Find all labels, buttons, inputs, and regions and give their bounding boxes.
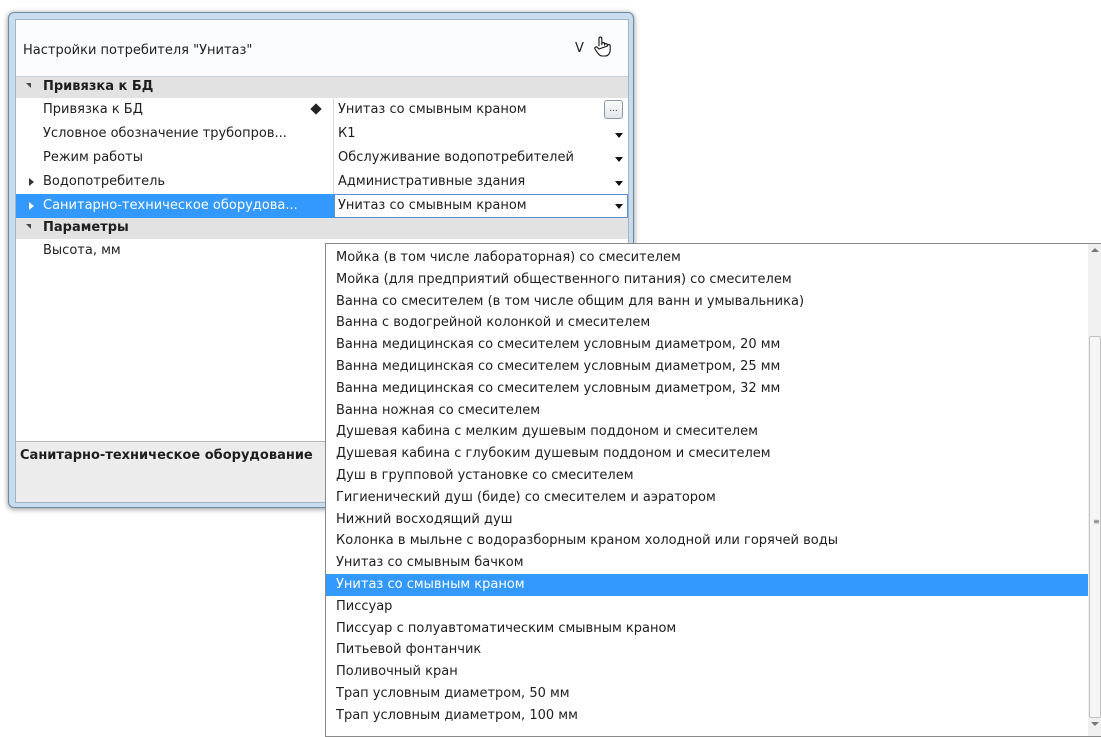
equipment-combobox[interactable]: Унитаз со смывным краном (334, 194, 628, 218)
property-value: Унитаз со смывным краном (338, 102, 527, 117)
dropdown-option[interactable]: Трап условным диаметром, 100 мм (326, 705, 1096, 727)
dropdown-option[interactable]: Писсуар (326, 596, 1096, 618)
scroll-up-arrow-icon[interactable] (1091, 248, 1099, 252)
dropdown-option[interactable]: Ванна медицинская со смесителем условным… (326, 378, 1096, 400)
dropdown-option[interactable]: Нижний восходящий душ (326, 509, 1096, 531)
dropdown-arrow-icon[interactable] (615, 181, 623, 186)
property-value: К1 (338, 126, 356, 141)
category-label: Параметры (43, 220, 129, 235)
property-name: Привязка к БД (43, 102, 143, 117)
scrollbar-thumb[interactable]: ≡ (1089, 336, 1101, 718)
title-bar: Настройки потребителя "Унитаз" V (16, 20, 628, 77)
property-row-sanitary-equipment[interactable]: Санитарно-техническое оборудова... Унита… (16, 194, 628, 218)
property-name: Санитарно-техническое оборудова... (43, 198, 298, 213)
dropdown-option[interactable]: Ванна с водогрейной колонкой и смесителе… (326, 312, 1096, 334)
diamond-icon (310, 103, 322, 115)
description-title: Санитарно-техническое оборудование (20, 448, 313, 463)
column-divider (333, 98, 334, 122)
dropdown-option[interactable]: Ванна ножная со смесителем (326, 400, 1096, 422)
category-parameters[interactable]: Параметры (16, 218, 628, 239)
category-label: Привязка к БД (43, 79, 154, 94)
property-row-db-binding[interactable]: Привязка к БД Унитаз со смывным краном .… (16, 98, 628, 122)
dropdown-option[interactable]: Гигиенический душ (биде) со смесителем и… (326, 487, 1096, 509)
dropdown-option[interactable]: Поливочный кран (326, 661, 1096, 683)
dropdown-arrow-icon[interactable] (615, 157, 623, 162)
dropdown-option[interactable]: Колонка в мыльне с водоразборным краном … (326, 530, 1096, 552)
property-name: Условное обозначение трубопров... (43, 126, 287, 141)
dropdown-arrow-icon[interactable] (615, 133, 623, 138)
dropdown-option[interactable]: Душевая кабина с мелким душевым поддоном… (326, 421, 1096, 443)
dropdown-option[interactable]: Писсуар с полуавтоматическим смывным кра… (326, 618, 1096, 640)
property-row-operating-mode[interactable]: Режим работы Обслуживание водопотребител… (16, 146, 628, 170)
dropdown-option[interactable]: Мойка (в том числе лабораторная) со смес… (326, 247, 1096, 269)
property-value: Унитаз со смывным краном (338, 198, 527, 213)
property-name: Водопотребитель (43, 174, 166, 189)
category-db-binding[interactable]: Привязка к БД (16, 77, 628, 98)
property-name: Высота, мм (43, 243, 121, 258)
property-row-pipeline-symbol[interactable]: Условное обозначение трубопров... К1 (16, 122, 628, 146)
dropdown-option[interactable]: Мойка (для предприятий общественного пит… (326, 269, 1096, 291)
title-v-label: V (575, 41, 584, 56)
column-divider (333, 170, 334, 194)
scroll-down-arrow-icon[interactable] (1091, 722, 1099, 726)
dropdown-option[interactable]: Ванна медицинская со смесителем условным… (326, 356, 1096, 378)
dropdown-option[interactable]: Питьевой фонтанчик (326, 639, 1096, 661)
collapse-arrow-icon (26, 83, 31, 88)
equipment-dropdown-list[interactable]: Мойка (в том числе лабораторная) со смес… (325, 243, 1101, 737)
dropdown-option[interactable]: Ванна со смесителем (в том числе общим д… (326, 291, 1096, 313)
collapse-arrow-icon (26, 224, 31, 229)
expand-arrow-icon[interactable] (29, 178, 34, 186)
dropdown-option[interactable]: Унитаз со смывным краном (326, 574, 1096, 596)
property-name: Режим работы (43, 150, 143, 165)
grip-icon: ≡ (1093, 517, 1100, 526)
dropdown-arrow-icon[interactable] (615, 204, 623, 209)
window-title: Настройки потребителя "Унитаз" (23, 43, 253, 58)
hand-cursor-icon (594, 36, 611, 57)
dropdown-option[interactable]: Унитаз со смывным бачком (326, 552, 1096, 574)
dropdown-option[interactable]: Душ в групповой установке со смесителем (326, 465, 1096, 487)
property-value: Обслуживание водопотребителей (338, 150, 574, 165)
property-value: Административные здания (338, 174, 526, 189)
dropdown-option[interactable]: Душевая кабина с глубоким душевым поддон… (326, 443, 1096, 465)
vertical-scrollbar[interactable]: ≡ (1088, 244, 1101, 736)
column-divider (333, 146, 334, 170)
property-row-water-consumer[interactable]: Водопотребитель Административные здания (16, 170, 628, 194)
ellipsis-button[interactable]: ... (604, 100, 623, 119)
dropdown-option[interactable]: Ванна медицинская со смесителем условным… (326, 334, 1096, 356)
dropdown-option[interactable]: Трап условным диаметром, 50 мм (326, 683, 1096, 705)
expand-arrow-icon[interactable] (29, 202, 34, 210)
column-divider (333, 122, 334, 146)
